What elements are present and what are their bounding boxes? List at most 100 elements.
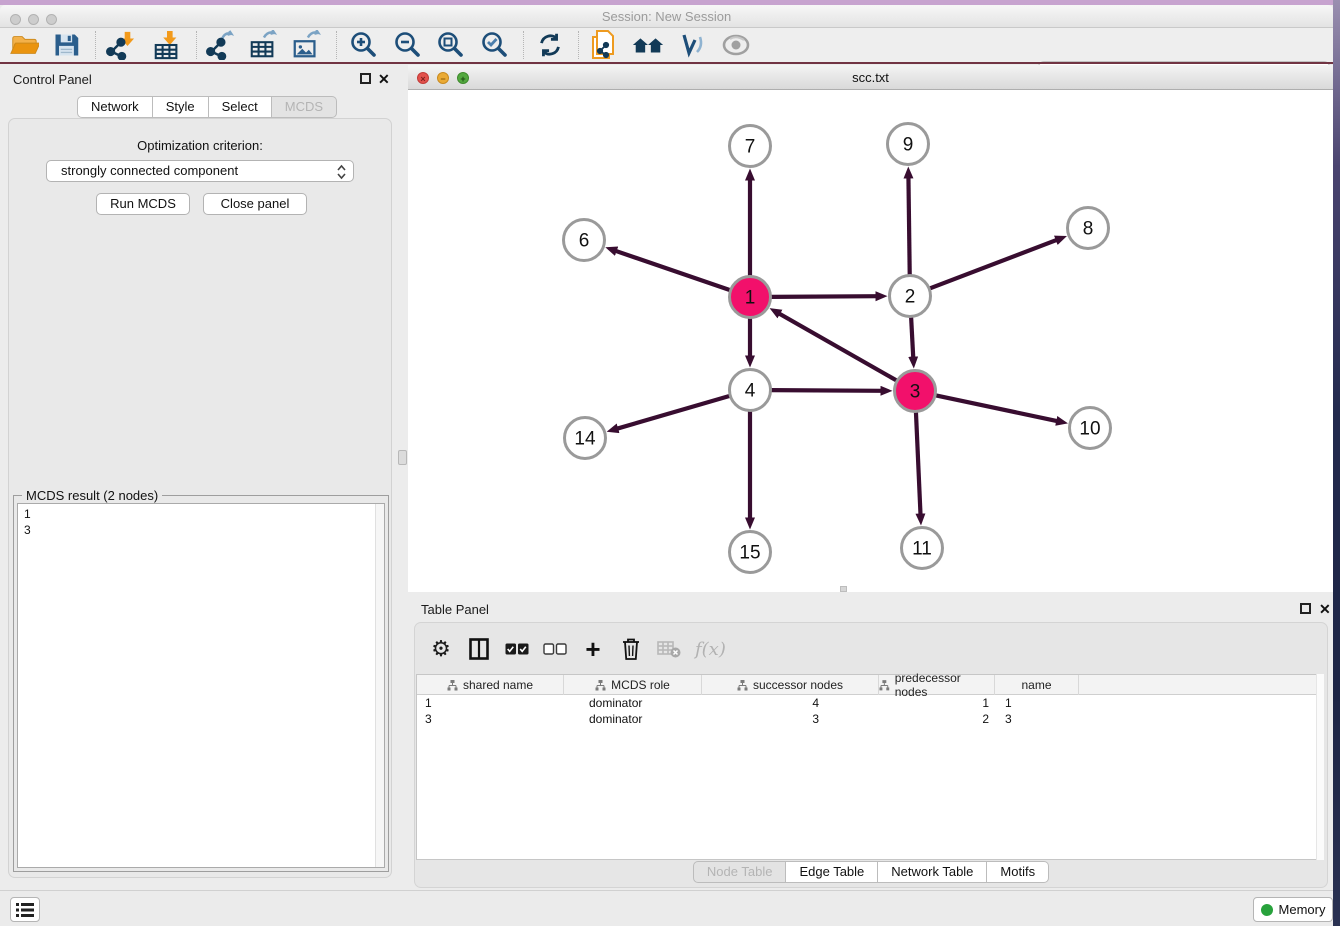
save-session-button[interactable]	[48, 30, 84, 60]
edge-2-3[interactable]	[911, 317, 913, 358]
edge-2-8[interactable]	[930, 240, 1058, 289]
toolbar-separator	[578, 31, 579, 59]
edge-1-6[interactable]	[615, 251, 730, 290]
column-header-name[interactable]: name	[995, 675, 1079, 695]
cell[interactable]: 3	[995, 711, 1079, 727]
split-column-view-button[interactable]	[467, 634, 491, 664]
node-3[interactable]: 3	[895, 371, 936, 412]
table-header-row: shared nameMCDS rolesuccessor nodesprede…	[417, 675, 1320, 695]
svg-text:8: 8	[1083, 219, 1094, 240]
edge-1-2[interactable]	[771, 296, 877, 297]
window-titlebar[interactable]: Session: New Session	[0, 5, 1333, 28]
table-options-button[interactable]: ⚙	[429, 634, 453, 664]
node-4[interactable]: 4	[730, 370, 771, 411]
close-panel-button[interactable]: Close panel	[203, 193, 307, 215]
delete-columns-button[interactable]	[619, 634, 643, 664]
node-7[interactable]: 7	[730, 126, 771, 167]
column-header-shared-name[interactable]: shared name	[417, 675, 564, 695]
cell[interactable]: dominator	[564, 695, 702, 711]
control-tab-mcds[interactable]: MCDS	[272, 96, 337, 118]
network-overview-button[interactable]	[630, 30, 666, 60]
edge-3-1[interactable]	[778, 313, 896, 380]
cell[interactable]: 1	[995, 695, 1079, 711]
apply-style-button[interactable]	[674, 30, 710, 60]
svg-text:1: 1	[745, 288, 756, 309]
zoom-selected-button[interactable]	[476, 30, 512, 60]
unchecked-boxes-icon	[543, 643, 567, 655]
edge-3-11[interactable]	[916, 412, 921, 515]
node-1[interactable]: 1	[730, 277, 771, 318]
svg-text:4: 4	[745, 381, 756, 402]
task-history-button[interactable]	[10, 897, 40, 922]
create-column-button[interactable]: +	[581, 634, 605, 664]
column-header-successor-nodes[interactable]: successor nodes	[702, 675, 879, 695]
close-panel-icon[interactable]: ✕	[378, 71, 390, 88]
edge-3-10[interactable]	[936, 395, 1058, 421]
close-table-panel-icon[interactable]: ✕	[1319, 601, 1331, 618]
node-2[interactable]: 2	[890, 276, 931, 317]
table-scrollbar[interactable]	[1316, 674, 1324, 860]
svg-text:2: 2	[905, 287, 916, 308]
column-header-predecessor-nodes[interactable]: predecessor nodes	[879, 675, 995, 695]
memory-button[interactable]: Memory	[1253, 897, 1333, 922]
table-row-2[interactable]: 3dominator323	[417, 711, 1320, 727]
cell[interactable]: 1	[879, 695, 995, 711]
node-8[interactable]: 8	[1068, 208, 1109, 249]
node-9[interactable]: 9	[888, 124, 929, 165]
hide-graphics-button[interactable]	[718, 30, 754, 60]
float-panel-icon[interactable]	[360, 73, 371, 84]
control-panel-tabs: NetworkStyleSelectMCDS	[77, 96, 337, 118]
optimization-criterion-select[interactable]: strongly connected component	[46, 160, 354, 182]
panel-splitter-handle[interactable]	[398, 450, 407, 465]
table-tab-edge-table[interactable]: Edge Table	[786, 861, 878, 883]
float-table-panel-icon[interactable]	[1300, 603, 1311, 614]
cell[interactable]: 4	[702, 695, 879, 711]
result-scrollbar[interactable]	[375, 504, 384, 867]
apply-layout-button[interactable]	[532, 30, 568, 60]
node-15[interactable]: 15	[730, 532, 771, 573]
zoom-out-button[interactable]	[389, 30, 425, 60]
delete-table-button[interactable]	[657, 634, 681, 664]
network-window-titlebar[interactable]: × − + scc.txt	[408, 65, 1333, 90]
control-tab-network[interactable]: Network	[77, 96, 153, 118]
node-6[interactable]: 6	[564, 220, 605, 261]
control-tab-select[interactable]: Select	[209, 96, 272, 118]
table-tab-node-table[interactable]: Node Table	[693, 861, 787, 883]
node-10[interactable]: 10	[1070, 408, 1111, 449]
cell[interactable]: 2	[879, 711, 995, 727]
export-table-button[interactable]	[245, 30, 281, 60]
node-11[interactable]: 11	[902, 528, 943, 569]
table-tab-motifs[interactable]: Motifs	[987, 861, 1049, 883]
select-all-columns-button[interactable]	[505, 634, 529, 664]
svg-text:14: 14	[574, 429, 596, 450]
cell[interactable]: 3	[417, 711, 564, 727]
share-session-button[interactable]	[586, 30, 622, 60]
canvas-resize-handle[interactable]	[840, 586, 847, 592]
zoom-selected-icon	[479, 30, 509, 60]
import-table-button[interactable]	[149, 30, 185, 60]
run-mcds-button[interactable]: Run MCDS	[96, 193, 190, 215]
edge-4-3[interactable]	[771, 390, 882, 391]
unselect-all-columns-button[interactable]	[543, 634, 567, 664]
table-row-1[interactable]: 1dominator411	[417, 695, 1320, 711]
mcds-result-textarea[interactable]: 1 3	[17, 503, 385, 868]
control-tab-style[interactable]: Style	[153, 96, 209, 118]
export-image-button[interactable]	[288, 30, 324, 60]
table-tab-network-table[interactable]: Network Table	[878, 861, 987, 883]
import-network-button[interactable]	[102, 30, 138, 60]
equation-builder-button[interactable]: f(x)	[695, 634, 726, 664]
edge-4-14[interactable]	[616, 396, 729, 429]
network-canvas[interactable]: 7 9 6 8 1 2 4 3 14 10 15 11	[408, 90, 1333, 592]
node-14[interactable]: 14	[565, 418, 606, 459]
export-image-icon	[291, 30, 321, 60]
edge-2-9[interactable]	[908, 176, 909, 274]
export-network-button[interactable]	[202, 30, 238, 60]
cell[interactable]: dominator	[564, 711, 702, 727]
cell[interactable]: 1	[417, 695, 564, 711]
zoom-fit-button[interactable]	[432, 30, 468, 60]
open-session-button[interactable]	[6, 30, 42, 60]
node-table[interactable]: shared nameMCDS rolesuccessor nodesprede…	[416, 674, 1321, 860]
zoom-in-button[interactable]	[345, 30, 381, 60]
column-header-mcds-role[interactable]: MCDS role	[564, 675, 702, 695]
cell[interactable]: 3	[702, 711, 879, 727]
